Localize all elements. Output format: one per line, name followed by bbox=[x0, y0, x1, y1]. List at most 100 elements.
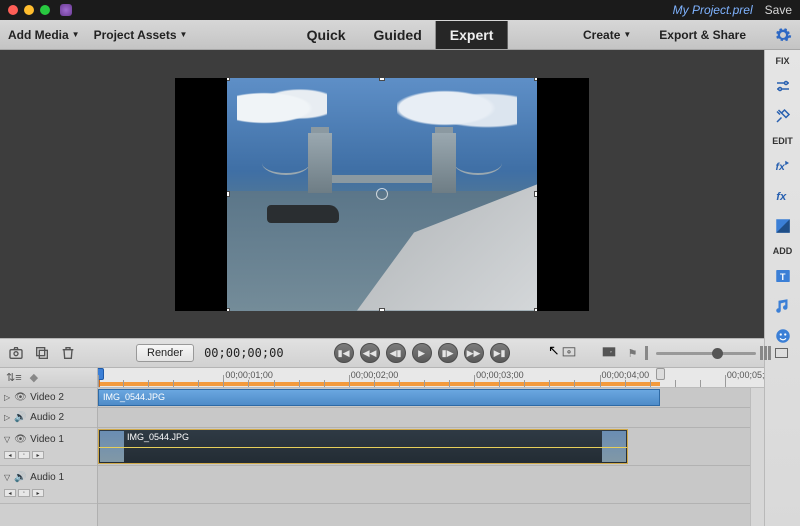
chevron-down-icon: ▼ bbox=[180, 30, 188, 39]
play-button[interactable]: ▶ bbox=[412, 343, 432, 363]
next-keyframe-icon[interactable]: ▸ bbox=[32, 451, 44, 459]
resize-handle-tr[interactable] bbox=[534, 78, 537, 81]
opacity-rubberband[interactable] bbox=[99, 447, 627, 448]
lane-video1[interactable]: IMG_0544.JPG bbox=[98, 428, 764, 466]
workspace-mode-tabs: Quick Guided Expert bbox=[293, 21, 508, 49]
zoom-slider-thumb[interactable] bbox=[712, 348, 723, 359]
audio-waveform-icon[interactable]: ◆ bbox=[30, 371, 38, 384]
export-share-label: Export & Share bbox=[659, 28, 746, 42]
anchor-point-icon[interactable] bbox=[376, 188, 388, 200]
lane-audio1[interactable] bbox=[98, 466, 764, 504]
fast-forward-button[interactable]: ▶▶ bbox=[464, 343, 484, 363]
clip-video1[interactable]: IMG_0544.JPG bbox=[98, 429, 628, 464]
ruler-label: 00;00;03;00 bbox=[476, 370, 524, 380]
zoom-window-button[interactable] bbox=[40, 5, 50, 15]
zoom-in-icon[interactable] bbox=[764, 346, 767, 360]
resize-handle-rm[interactable] bbox=[534, 191, 537, 197]
safe-margins-icon[interactable] bbox=[560, 344, 578, 362]
track-options-icon[interactable]: ⇅≡ bbox=[6, 371, 22, 384]
track-header-audio1[interactable]: ▽ 🔊 Audio 1 ◂ ◦ ▸ bbox=[0, 466, 97, 504]
timeline-tracks: ▷ 👁 Video 2 ▷ 🔊 Audio 2 ▽ 👁 Video 1 ◂ ◦ … bbox=[0, 388, 764, 526]
monitor-options bbox=[560, 344, 628, 362]
render-button[interactable]: Render bbox=[136, 344, 194, 362]
track-header-video1[interactable]: ▽ 👁 Video 1 ◂ ◦ ▸ bbox=[0, 428, 97, 466]
transport-bar: Render 00;00;00;00 ▮◀ ◀◀ ◀▮ ▶ ▮▶ ▶▶ ▶▮ ↖… bbox=[0, 338, 764, 368]
workspace: FIX EDIT fx fx ADD T bbox=[0, 50, 800, 338]
applied-effects-icon[interactable]: fx bbox=[770, 154, 796, 178]
settings-gear-icon[interactable] bbox=[774, 26, 792, 44]
work-area-end-handle[interactable] bbox=[656, 368, 665, 380]
add-keyframe-icon[interactable]: ◦ bbox=[18, 489, 30, 497]
track-keyframe-nav: ◂ ◦ ▸ bbox=[4, 489, 44, 497]
lane-audio2[interactable] bbox=[98, 408, 764, 428]
eye-icon[interactable]: 👁 bbox=[14, 392, 26, 403]
step-forward-button[interactable]: ▮▶ bbox=[438, 343, 458, 363]
zoom-out-icon[interactable] bbox=[645, 346, 648, 360]
duplicate-icon[interactable] bbox=[34, 344, 50, 362]
snapshot-icon[interactable] bbox=[8, 344, 24, 362]
save-button[interactable]: Save bbox=[765, 3, 792, 17]
track-headers: ▷ 👁 Video 2 ▷ 🔊 Audio 2 ▽ 👁 Video 1 ◂ ◦ … bbox=[0, 388, 98, 526]
resize-handle-lm[interactable] bbox=[227, 191, 230, 197]
svg-text:fx: fx bbox=[776, 191, 787, 203]
marker-icon[interactable]: ⚑ bbox=[628, 347, 638, 360]
close-window-button[interactable] bbox=[8, 5, 18, 15]
work-area-bar[interactable] bbox=[98, 382, 660, 386]
mode-tab-expert[interactable]: Expert bbox=[436, 21, 508, 49]
prev-keyframe-icon[interactable]: ◂ bbox=[4, 451, 16, 459]
speaker-icon[interactable]: 🔊 bbox=[14, 412, 26, 423]
fullscreen-icon[interactable] bbox=[600, 344, 618, 362]
top-menubar: Add Media▼ Project Assets▼ Quick Guided … bbox=[0, 20, 800, 50]
resize-handle-tl[interactable] bbox=[227, 78, 230, 81]
music-icon[interactable] bbox=[770, 294, 796, 318]
collapse-icon[interactable]: ▽ bbox=[4, 435, 10, 444]
goto-start-button[interactable]: ▮◀ bbox=[334, 343, 354, 363]
titles-icon[interactable]: T bbox=[770, 264, 796, 288]
track-lanes[interactable]: IMG_0544.JPG IMG_0544.JPG bbox=[98, 388, 764, 526]
graphics-icon[interactable] bbox=[770, 324, 796, 348]
minimize-window-button[interactable] bbox=[24, 5, 34, 15]
step-back-button[interactable]: ◀▮ bbox=[386, 343, 406, 363]
ruler-label: 00;00;04;00 bbox=[602, 370, 650, 380]
preview-image[interactable] bbox=[227, 78, 537, 311]
vertical-scrollbar[interactable] bbox=[750, 388, 764, 526]
ruler-label: 00;00;01;00 bbox=[225, 370, 273, 380]
rewind-button[interactable]: ◀◀ bbox=[360, 343, 380, 363]
lane-video2[interactable]: IMG_0544.JPG bbox=[98, 388, 764, 408]
resize-handle-tm[interactable] bbox=[379, 78, 385, 81]
resize-handle-bm[interactable] bbox=[379, 308, 385, 311]
expand-icon[interactable]: ▷ bbox=[4, 413, 10, 422]
zoom-slider[interactable] bbox=[656, 352, 756, 355]
eye-icon[interactable]: 👁 bbox=[14, 434, 26, 445]
tools-icon[interactable] bbox=[770, 104, 796, 128]
timecode-display[interactable]: 00;00;00;00 bbox=[204, 346, 283, 360]
resize-handle-bl[interactable] bbox=[227, 308, 230, 311]
mode-tab-quick[interactable]: Quick bbox=[293, 21, 360, 49]
create-menu[interactable]: Create▼ bbox=[583, 28, 631, 42]
collapse-icon[interactable]: ▽ bbox=[4, 473, 10, 482]
export-share-button[interactable]: Export & Share bbox=[659, 28, 746, 42]
project-assets-label: Project Assets bbox=[94, 28, 177, 42]
fit-timeline-icon[interactable] bbox=[775, 348, 788, 358]
effects-icon[interactable]: fx bbox=[770, 184, 796, 208]
clip-video2[interactable]: IMG_0544.JPG bbox=[98, 389, 660, 406]
trash-icon[interactable] bbox=[60, 344, 76, 362]
adjust-tool-icon[interactable] bbox=[770, 74, 796, 98]
project-assets-menu[interactable]: Project Assets▼ bbox=[94, 28, 188, 42]
chevron-down-icon: ▼ bbox=[623, 30, 631, 39]
add-keyframe-icon[interactable]: ◦ bbox=[18, 451, 30, 459]
track-header-audio2[interactable]: ▷ 🔊 Audio 2 bbox=[0, 408, 97, 428]
time-ruler[interactable]: 00;00;01;0000;00;02;0000;00;03;0000;00;0… bbox=[98, 368, 764, 387]
prev-keyframe-icon[interactable]: ◂ bbox=[4, 489, 16, 497]
speaker-icon[interactable]: 🔊 bbox=[14, 472, 26, 483]
mode-tab-guided[interactable]: Guided bbox=[360, 21, 436, 49]
transitions-icon[interactable] bbox=[770, 214, 796, 238]
next-keyframe-icon[interactable]: ▸ bbox=[32, 489, 44, 497]
timeline-header: ⇅≡ ◆ 00;00;01;0000;00;02;0000;00;03;0000… bbox=[0, 368, 764, 388]
preview-monitor[interactable] bbox=[0, 50, 764, 338]
resize-handle-br[interactable] bbox=[534, 308, 537, 311]
goto-end-button[interactable]: ▶▮ bbox=[490, 343, 510, 363]
expand-icon[interactable]: ▷ bbox=[4, 393, 10, 402]
add-media-menu[interactable]: Add Media▼ bbox=[8, 28, 80, 42]
track-header-video2[interactable]: ▷ 👁 Video 2 bbox=[0, 388, 97, 408]
